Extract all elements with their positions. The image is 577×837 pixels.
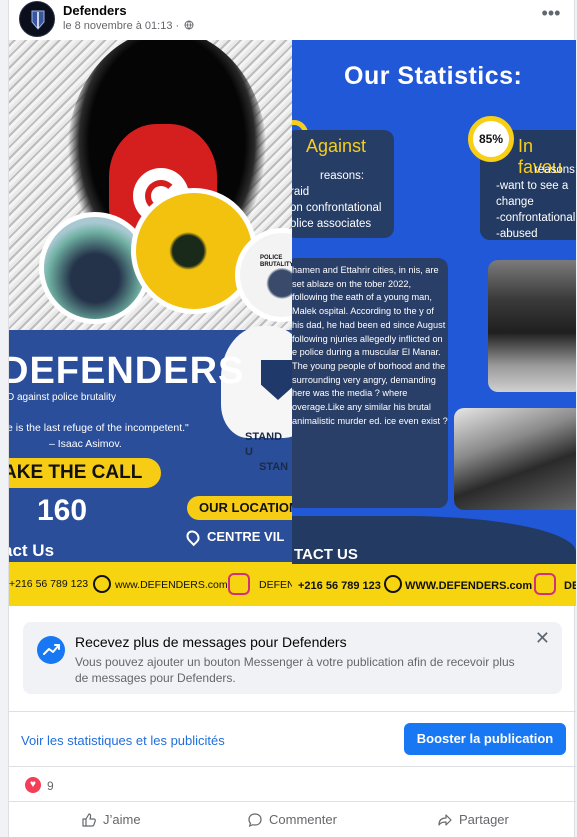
- phone-number: 160: [37, 494, 88, 527]
- heart-icon[interactable]: ♥: [25, 777, 41, 793]
- poster-right[interactable]: Our Statistics: 85% Against In favou rea…: [292, 40, 576, 606]
- notice-body: Vous pouvez ajouter un bouton Messenger …: [75, 655, 515, 685]
- arrest-photo: [454, 408, 576, 510]
- contact-title: TACT US: [294, 546, 358, 563]
- favour-reason: change: [496, 196, 534, 208]
- post-media[interactable]: POLICE BRUTALITY DEFENDERS D against pol…: [9, 40, 576, 606]
- favour-reason: -confrontational: [496, 212, 576, 224]
- boost-button[interactable]: Booster la publication: [404, 723, 566, 755]
- against-label: Against: [306, 136, 367, 156]
- page-name[interactable]: Defenders: [63, 3, 127, 18]
- share-icon: [438, 814, 452, 826]
- story-text: hamen and Ettahrir cities, in nis, are s…: [292, 265, 448, 426]
- favour-reason: -abused: [496, 228, 538, 240]
- post-timestamp[interactable]: le 8 novembre à 01:13 ·: [63, 20, 194, 32]
- divider: [9, 766, 576, 767]
- divider: [9, 801, 576, 802]
- stand-text: STAND U STAN: [245, 430, 292, 475]
- contact-social: DEFEN: [259, 579, 292, 591]
- favour-reason: -want to see a: [496, 180, 569, 192]
- contact-website: www.DEFENDERS.com: [115, 579, 228, 591]
- avatar[interactable]: [19, 1, 55, 37]
- against-reason: raid: [292, 186, 310, 198]
- shield-icon: [31, 10, 45, 30]
- logo-subtitle: D against police brutality: [9, 392, 116, 403]
- location-label: OUR LOCATION: [187, 496, 292, 520]
- contact-website: WWW.DEFENDERS.com: [405, 580, 533, 592]
- contact-phone: +216 56 789 123: [9, 578, 89, 590]
- share-label: Partager: [459, 812, 509, 827]
- against-reason: on confrontational: [292, 202, 382, 214]
- contact-title: act Us: [9, 541, 55, 560]
- like-icon: [82, 813, 96, 827]
- percent-badge: 85%: [468, 116, 514, 162]
- globe-icon: [384, 575, 402, 593]
- against-reason: olice associates: [292, 218, 372, 230]
- ellipsis-icon[interactable]: •••: [540, 4, 562, 26]
- poster-left[interactable]: POLICE BRUTALITY DEFENDERS D against pol…: [9, 40, 292, 606]
- call-banner: AKE THE CALL: [9, 458, 161, 488]
- instagram-icon: [534, 573, 556, 595]
- divider: [9, 711, 576, 712]
- post-header: Defenders le 8 novembre à 01:13 · •••: [9, 0, 576, 40]
- comment-label: Commenter: [269, 812, 337, 827]
- location-pin-icon: [183, 527, 203, 547]
- police-brutality-label: POLICE BRUTALITY: [260, 255, 292, 268]
- share-button[interactable]: Partager: [437, 811, 547, 831]
- contact-phone: +216 56 789 123: [298, 580, 381, 592]
- like-label: J’aime: [103, 812, 141, 827]
- globe-icon: [93, 575, 111, 593]
- instagram-icon: [228, 573, 250, 595]
- stats-link[interactable]: Voir les statistiques et les publicités: [21, 733, 225, 748]
- logo-text: DEFENDERS: [9, 350, 245, 392]
- comment-button[interactable]: Commenter: [247, 811, 367, 831]
- notice-title: Recevez plus de messages pour Defenders: [75, 634, 347, 650]
- against-reason: reasons:: [320, 170, 365, 182]
- quote-text: e is the last refuge of the incompetent.…: [9, 422, 189, 434]
- location-value: CENTRE VIL: [207, 529, 285, 544]
- riot-police-photo: [488, 260, 576, 392]
- quote-author: – Isaac Asimov.: [49, 438, 122, 450]
- messenger-notice: Recevez plus de messages pour Defenders …: [23, 622, 562, 694]
- globe-icon: [184, 20, 194, 30]
- close-icon[interactable]: ✕: [535, 628, 550, 649]
- stats-title: Our Statistics:: [344, 62, 523, 90]
- illustration-circle-center: [131, 188, 257, 314]
- contact-social: DEF: [564, 580, 576, 592]
- stand-line-2: STAN: [259, 461, 289, 473]
- post-card: Defenders le 8 novembre à 01:13 · ••• PO…: [8, 0, 576, 837]
- like-button[interactable]: J’aime: [81, 811, 191, 831]
- favour-reason: reasons:: [534, 164, 576, 176]
- quote: e is the last refuge of the incompetent.…: [9, 420, 247, 452]
- stand-line-1: STAND U: [245, 431, 283, 458]
- trend-up-icon: [37, 636, 65, 664]
- reaction-count[interactable]: 9: [47, 779, 54, 793]
- timestamp-text[interactable]: le 8 novembre à 01:13 ·: [63, 20, 179, 32]
- comment-icon: [248, 813, 262, 828]
